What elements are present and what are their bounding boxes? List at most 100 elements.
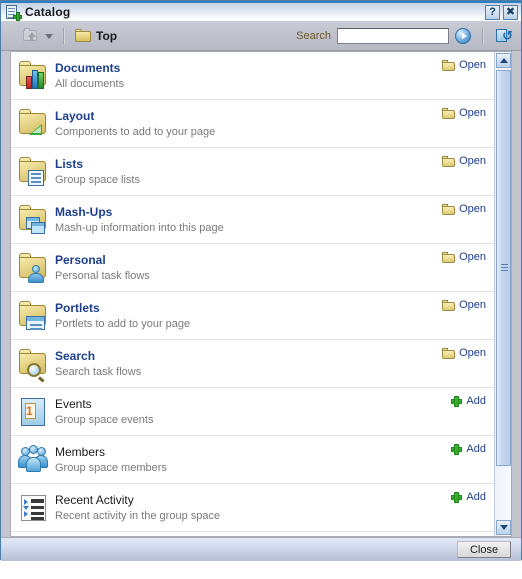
- add-action[interactable]: Add: [451, 443, 486, 455]
- list-item-text: Lists Group space lists: [55, 157, 140, 186]
- open-action[interactable]: Open: [442, 347, 486, 359]
- list-item-text: Recent Activity Recent activity in the gr…: [55, 492, 221, 522]
- breadcrumb[interactable]: Top: [75, 29, 117, 43]
- up-one-folder-icon[interactable]: [23, 28, 40, 43]
- vertical-scrollbar[interactable]: [494, 52, 511, 536]
- action-label: Add: [466, 395, 486, 407]
- help-button[interactable]: ?: [485, 5, 500, 20]
- list-item-title[interactable]: Search: [55, 349, 141, 363]
- open-folder-icon: [442, 107, 456, 119]
- list-item-title[interactable]: Portlets: [55, 301, 190, 315]
- action-label: Open: [459, 107, 486, 119]
- events-icon: 1: [17, 396, 49, 428]
- list-item-title[interactable]: Documents: [55, 61, 124, 75]
- action-label: Open: [459, 251, 486, 263]
- folder-portlets-icon: [17, 300, 49, 332]
- open-action[interactable]: Open: [442, 203, 486, 215]
- list-item[interactable]: Mash-Ups Mash-up information into this pa…: [11, 196, 494, 244]
- open-folder-icon: [442, 155, 456, 167]
- open-action[interactable]: Open: [442, 251, 486, 263]
- open-action[interactable]: Open: [442, 107, 486, 119]
- list-item-description: Mash-up information into this page: [55, 221, 224, 234]
- toolbar: Top Search ↺: [1, 21, 521, 51]
- scroll-up-icon[interactable]: [496, 53, 511, 68]
- folder-personal-icon: [17, 252, 49, 284]
- scroll-thumb[interactable]: [496, 70, 511, 466]
- action-label: Open: [459, 203, 486, 215]
- recent-activity-icon: [17, 492, 49, 524]
- action-label: Open: [459, 299, 486, 311]
- list-item-text: Layout Components to add to your page: [55, 109, 215, 138]
- list-item-title: Members: [55, 444, 106, 459]
- close-icon[interactable]: ✖: [503, 5, 518, 20]
- list-frame: Documents All documents Open Layout Componen…: [10, 51, 512, 537]
- action-label: Open: [459, 59, 486, 71]
- list-item-title[interactable]: Lists: [55, 157, 140, 171]
- list-item-text: Documents All documents: [55, 61, 125, 90]
- list-item-text: Events Group space events: [55, 396, 154, 426]
- add-action[interactable]: Add: [451, 491, 486, 503]
- open-action[interactable]: Open: [442, 299, 486, 311]
- list-item-title[interactable]: Personal: [55, 253, 150, 267]
- list-item-title[interactable]: Mash-Ups: [55, 205, 224, 219]
- scroll-down-icon[interactable]: [496, 520, 511, 535]
- list-item-title[interactable]: Layout: [55, 109, 215, 123]
- catalog-body: Documents All documents Open Layout Componen…: [1, 51, 521, 537]
- list-item-description: Recent activity in the group space: [55, 509, 221, 522]
- add-action[interactable]: Add: [451, 395, 486, 407]
- list-item-description: Group space lists: [55, 173, 140, 186]
- open-folder-icon: [442, 299, 456, 311]
- list-item[interactable]: Layout Components to add to your page Open: [11, 100, 494, 148]
- list-item[interactable]: Lists Group space lists Open: [11, 148, 494, 196]
- list-item-description: Search task flows: [55, 365, 142, 378]
- folder-documents-icon: [17, 60, 49, 92]
- chevron-down-icon[interactable]: [45, 34, 53, 39]
- open-folder-icon: [442, 59, 456, 71]
- list-item[interactable]: Documents All documents Open: [11, 52, 494, 100]
- list-item-title: Events: [55, 396, 92, 411]
- open-action[interactable]: Open: [442, 59, 486, 71]
- list-item[interactable]: Search Search task flows Open: [11, 340, 494, 388]
- folder-lists-icon: [17, 156, 49, 188]
- toolbar-separator-2: [482, 27, 484, 44]
- close-button[interactable]: Close: [457, 541, 511, 558]
- list-item[interactable]: 1 Events Group space events Add: [11, 388, 494, 436]
- list-item-description: Portlets to add to your page: [55, 317, 191, 330]
- folder-icon: [75, 29, 91, 42]
- plus-icon: [451, 395, 463, 407]
- action-label: Add: [466, 443, 486, 455]
- list-item[interactable]: Recent Activity Recent activity in the gr…: [11, 484, 494, 532]
- list-item-description: Group space events: [55, 413, 154, 426]
- list-item-text: Portlets Portlets to add to your page: [55, 301, 191, 330]
- catalog-list: Documents All documents Open Layout Componen…: [11, 52, 494, 536]
- action-label: Open: [459, 155, 486, 167]
- list-item[interactable]: Personal Personal task flows Open: [11, 244, 494, 292]
- title-bar: Catalog ? ✖: [1, 1, 521, 21]
- members-icon: [17, 444, 49, 476]
- search-input[interactable]: [337, 27, 449, 44]
- breadcrumb-label: Top: [96, 28, 118, 43]
- scroll-thumb-grip-icon: [501, 264, 508, 272]
- catalog-add-icon: [6, 4, 22, 21]
- list-item-title: Recent Activity: [55, 492, 134, 507]
- folder-layout-icon: [17, 108, 49, 140]
- action-label: Open: [459, 347, 486, 359]
- open-folder-icon: [442, 203, 456, 215]
- action-label: Add: [466, 491, 486, 503]
- list-item-description: Group space members: [55, 461, 167, 474]
- search-label: Search: [296, 29, 331, 42]
- plus-icon: [451, 443, 463, 455]
- open-folder-icon: [442, 347, 456, 359]
- toolbar-separator: [63, 27, 65, 44]
- list-item-description: All documents: [55, 77, 125, 90]
- open-action[interactable]: Open: [442, 155, 486, 167]
- open-folder-icon: [442, 251, 456, 263]
- list-item-text: Mash-Ups Mash-up information into this pa…: [55, 205, 224, 234]
- go-arrow-icon[interactable]: [455, 27, 471, 44]
- list-item[interactable]: Portlets Portlets to add to your page Open: [11, 292, 494, 340]
- list-item[interactable]: Members Group space members Add: [11, 436, 494, 484]
- refresh-icon[interactable]: ↺: [495, 28, 513, 44]
- list-item-text: Personal Personal task flows: [55, 253, 150, 282]
- window-controls: ? ✖: [485, 5, 518, 20]
- window-title: Catalog: [25, 5, 71, 19]
